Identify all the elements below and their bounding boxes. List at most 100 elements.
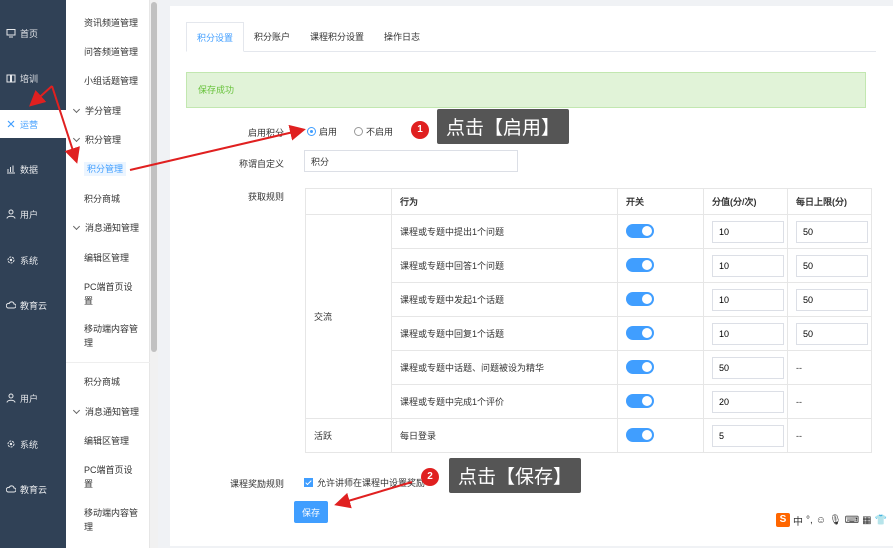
toggle-switch[interactable] xyxy=(626,223,654,238)
ime-logo: S xyxy=(776,513,790,527)
row-score-cell xyxy=(703,248,788,283)
sub-group-notifications[interactable]: 消息通知管理 xyxy=(66,221,150,235)
toggle-switch[interactable] xyxy=(626,427,654,442)
sub-group-label: 消息通知管理 xyxy=(85,223,140,233)
sub-item-mobile-content-2[interactable]: 移动端内容管理 xyxy=(66,506,146,534)
sub-item-editor-area[interactable]: 编辑区管理 xyxy=(66,251,150,265)
tab-points-settings[interactable]: 积分设置 xyxy=(186,22,245,52)
sub-item-group-topics[interactable]: 小组话题管理 xyxy=(66,74,150,88)
skin-icon[interactable]: ▦ xyxy=(862,515,871,526)
nav-item-edu-cloud-2[interactable]: 教育云 xyxy=(0,475,66,503)
keyboard-icon[interactable]: ⌨ xyxy=(845,515,859,526)
tab-operation-log[interactable]: 操作日志 xyxy=(374,22,430,52)
toggle-switch[interactable] xyxy=(626,325,654,340)
gear-icon xyxy=(5,254,17,266)
sub-item-points-mall[interactable]: 积分商城 xyxy=(66,192,150,206)
row-limit-cell xyxy=(787,282,872,317)
sub-item-editor-area-2[interactable]: 编辑区管理 xyxy=(66,434,150,448)
step-1-badge: 1 xyxy=(411,121,429,139)
sub-group-label: 学分管理 xyxy=(85,106,122,116)
radio-dot xyxy=(307,127,316,136)
nav-label: 教育云 xyxy=(20,484,48,495)
score-input[interactable] xyxy=(712,356,784,379)
emoji-icon[interactable]: ☺ xyxy=(816,515,826,526)
sub-nav-divider xyxy=(66,362,150,363)
score-input[interactable] xyxy=(712,390,784,413)
score-input[interactable] xyxy=(712,424,784,447)
ime-toolbar[interactable]: S 中 °, ☺ 🎙 ⌨ ▦ 👕 xyxy=(770,510,893,530)
table-row: 活跃 每日登录 -- xyxy=(305,418,872,453)
row-action: 课程或专题中提出1个问题 xyxy=(391,214,618,249)
sub-group-points[interactable]: 积分管理 xyxy=(66,133,150,147)
tab-points-account[interactable]: 积分账户 xyxy=(244,22,300,52)
row-score-cell xyxy=(703,350,788,385)
score-input[interactable] xyxy=(712,322,784,345)
nav-label: 教育云 xyxy=(20,300,48,311)
row-limit-cell: -- xyxy=(787,350,872,385)
radio-dot xyxy=(354,127,363,136)
row-switch-cell xyxy=(617,248,704,283)
sub-item-mobile-content[interactable]: 移动端内容管理 xyxy=(66,322,146,350)
radio-label: 启用 xyxy=(319,127,338,137)
left-nav: 首页 培训 运营 数据 用户 系统 教育云 用户 系统 教育云 xyxy=(0,0,66,548)
toggle-switch[interactable] xyxy=(626,291,654,306)
nav-item-system[interactable]: 系统 xyxy=(0,246,66,274)
limit-input[interactable] xyxy=(796,288,868,311)
book-icon xyxy=(5,72,17,84)
limit-input[interactable] xyxy=(796,220,868,243)
sub-group-notifications-2[interactable]: 消息通知管理 xyxy=(66,405,150,419)
row-switch-cell xyxy=(617,350,704,385)
nav-item-training[interactable]: 培训 xyxy=(0,64,66,92)
sub-item-points-management[interactable]: 积分管理 xyxy=(66,162,150,176)
gear-icon xyxy=(5,438,17,450)
step-1-callout: 点击【启用】 xyxy=(437,109,570,144)
sub-item-points-mall-2[interactable]: 积分商城 xyxy=(66,375,150,389)
tab-course-points-settings[interactable]: 课程积分设置 xyxy=(300,22,374,52)
category-active: 活跃 xyxy=(305,418,392,453)
radio-disable[interactable]: 不启用 xyxy=(354,125,393,138)
sub-item-news[interactable]: 资讯频道管理 xyxy=(66,16,150,30)
table-header-category xyxy=(305,188,392,215)
scrollbar-thumb[interactable] xyxy=(151,2,157,352)
row-limit-cell: -- xyxy=(787,418,872,453)
row-limit-cell xyxy=(787,248,872,283)
sub-item-pc-home-2[interactable]: PC端首页设置 xyxy=(66,463,136,491)
microphone-icon[interactable]: 🎙 xyxy=(829,515,842,526)
custom-name-input[interactable] xyxy=(304,150,518,172)
sub-item-qa[interactable]: 问答频道管理 xyxy=(66,45,150,59)
nav-label: 用户 xyxy=(20,209,39,220)
limit-input[interactable] xyxy=(796,322,868,345)
course-reward-checkbox[interactable]: 允许讲师在课程中设置奖励 xyxy=(304,476,425,489)
nav-item-data[interactable]: 数据 xyxy=(0,155,66,183)
nav-item-system-2[interactable]: 系统 xyxy=(0,430,66,458)
limit-input[interactable] xyxy=(796,254,868,277)
shirt-icon[interactable]: 👕 xyxy=(875,515,887,526)
sub-group-label: 积分管理 xyxy=(85,135,122,145)
toggle-switch[interactable] xyxy=(626,359,654,374)
nav-item-users[interactable]: 用户 xyxy=(0,200,66,228)
enable-points-label: 启用积分 xyxy=(247,128,284,138)
punctuation-icon[interactable]: °, xyxy=(806,515,813,526)
sub-group-credits[interactable]: 学分管理 xyxy=(66,104,150,118)
row-score-cell xyxy=(703,384,788,419)
nav-item-home[interactable]: 首页 xyxy=(0,19,66,47)
row-switch-cell xyxy=(617,316,704,351)
user-icon xyxy=(5,208,17,220)
cloud-icon xyxy=(5,483,17,495)
sub-nav-scrollbar[interactable] xyxy=(150,0,158,548)
score-input[interactable] xyxy=(712,220,784,243)
score-input[interactable] xyxy=(712,254,784,277)
row-action: 课程或专题中回答1个问题 xyxy=(391,248,618,283)
score-input[interactable] xyxy=(712,288,784,311)
toggle-switch[interactable] xyxy=(626,257,654,272)
save-button[interactable]: 保存 xyxy=(294,501,328,523)
nav-item-edu-cloud[interactable]: 教育云 xyxy=(0,291,66,319)
chart-icon xyxy=(5,163,17,175)
sub-item-pc-home[interactable]: PC端首页设置 xyxy=(66,280,136,308)
radio-enable[interactable]: 启用 xyxy=(307,125,337,138)
ime-mode[interactable]: 中 xyxy=(793,513,803,528)
nav-item-operations[interactable]: 运营 xyxy=(0,110,66,138)
nav-item-users-2[interactable]: 用户 xyxy=(0,384,66,412)
toggle-switch[interactable] xyxy=(626,393,654,408)
row-switch-cell xyxy=(617,384,704,419)
